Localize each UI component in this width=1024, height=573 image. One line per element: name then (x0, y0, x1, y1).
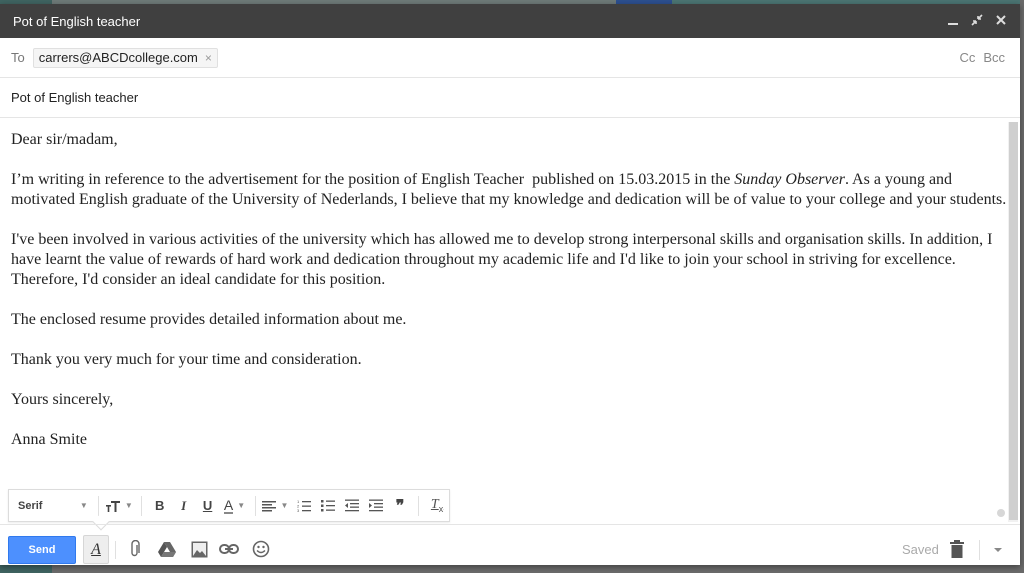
minimize-icon (948, 23, 958, 25)
formatting-icon: A (91, 540, 101, 558)
toolbar-divider (979, 540, 980, 560)
indent-more-button[interactable] (364, 495, 388, 517)
toolbar-divider (97, 495, 99, 516)
numbered-list-icon: 1 2 3 (297, 499, 312, 512)
indent-less-button[interactable] (340, 495, 364, 517)
bulleted-list-button[interactable] (316, 495, 340, 517)
body-greeting: Dear sir/madam, (11, 131, 118, 148)
attach-files-button[interactable] (125, 539, 145, 559)
subject-value: Pot of English teacher (11, 90, 139, 105)
insert-photo-button[interactable] (189, 539, 209, 559)
align-left-icon (262, 500, 277, 511)
formatting-options-toggle[interactable]: A (83, 535, 109, 564)
compose-window: Pot of English teacher To carrers@ABCDco… (0, 4, 1020, 565)
insert-drive-button[interactable] (157, 539, 177, 559)
body-closing: Yours sincerely, (11, 391, 114, 408)
compose-titlebar[interactable]: Pot of English teacher (0, 4, 1020, 38)
remove-formatting-button[interactable]: Tx (425, 495, 449, 517)
compose-bottom-bar: Send A Saved (0, 524, 1020, 565)
close-icon (996, 15, 1006, 25)
remove-formatting-glyph: T (430, 497, 439, 513)
font-size-button[interactable]: ▼ (105, 495, 135, 517)
recipient-chip[interactable]: carrers@ABCDcollege.com × (32, 47, 218, 68)
chevron-down-icon: ▼ (79, 501, 88, 510)
text-color-button[interactable]: A ▼ (220, 495, 250, 517)
indent-more-icon (369, 499, 384, 512)
more-options-button[interactable] (993, 545, 1003, 555)
body-paragraph-3: The enclosed resume provides detailed in… (11, 311, 407, 328)
window-controls (946, 13, 1008, 27)
chevron-down-icon: ▼ (124, 501, 133, 510)
bcc-link[interactable]: Bcc (983, 50, 1005, 65)
font-family-select[interactable]: Serif ▼ (18, 495, 92, 517)
close-button[interactable] (994, 13, 1008, 27)
minimize-button[interactable] (946, 13, 960, 27)
numbered-list-button[interactable]: 1 2 3 (292, 495, 316, 517)
svg-text:3: 3 (297, 508, 300, 512)
bold-icon: B (155, 498, 165, 513)
indent-less-icon (345, 499, 360, 512)
cc-link[interactable]: Cc (959, 50, 975, 65)
background-segment (0, 565, 52, 573)
formatting-toolbar: Serif ▼ ▼ B I U A ▼ ▼ 1 2 3 ❞ Tx (8, 489, 450, 531)
toolbar-divider (255, 495, 257, 516)
italic-icon: I (181, 497, 187, 513)
chevron-down-icon: ▼ (280, 501, 289, 510)
recipient-email: carrers@ABCDcollege.com (38, 50, 198, 65)
quote-button[interactable]: ❞ (388, 495, 412, 517)
newspaper-name: Sunday Observer (734, 171, 845, 188)
send-button[interactable]: Send (8, 536, 76, 564)
body-signature: Anna Smite (11, 431, 87, 448)
font-family-value: Serif (18, 499, 43, 512)
compose-title: Pot of English teacher (13, 13, 141, 29)
text-color-icon: A (223, 496, 234, 514)
draft-saved-status: Saved (902, 542, 939, 557)
chevron-down-icon (994, 548, 1002, 552)
body-paragraph-4: Thank you very much for your time and co… (11, 351, 362, 368)
emoji-icon (252, 540, 270, 558)
subject-field[interactable]: Pot of English teacher (0, 78, 1020, 118)
to-label: To (11, 50, 25, 65)
insert-link-button[interactable] (219, 539, 239, 559)
trash-icon (950, 540, 964, 558)
toolbar-divider (115, 541, 116, 559)
background-right-edge (1020, 0, 1024, 573)
toolbar-divider (418, 495, 420, 516)
photo-icon (191, 541, 207, 557)
underline-button[interactable]: U (196, 495, 220, 517)
bulleted-list-icon (321, 500, 336, 512)
background-bottom-strip (0, 565, 1024, 573)
italic-button[interactable]: I (172, 495, 196, 517)
discard-draft-button[interactable] (949, 539, 965, 559)
paperclip-icon (131, 540, 140, 557)
google-drive-icon (158, 542, 176, 557)
to-field-row[interactable]: To carrers@ABCDcollege.com × Cc Bcc (0, 38, 1020, 78)
body-p1-text: I’m writing in reference to the advertis… (11, 171, 735, 188)
resize-handle[interactable] (997, 509, 1005, 517)
chevron-down-icon: ▼ (237, 501, 246, 510)
exit-fullscreen-button[interactable] (970, 13, 984, 27)
insert-emoji-button[interactable] (251, 539, 271, 559)
body-scrollbar[interactable] (1008, 122, 1018, 522)
font-size-icon (105, 500, 120, 512)
align-button[interactable]: ▼ (262, 495, 292, 517)
link-icon (219, 544, 239, 554)
remove-recipient-icon[interactable]: × (205, 51, 212, 65)
underline-icon: U (202, 498, 213, 513)
body-paragraph-2: I've been involved in various activities… (11, 231, 997, 288)
toolbar-divider (140, 495, 142, 516)
scrollbar-thumb[interactable] (1009, 122, 1018, 520)
remove-formatting-icon: Tx (430, 497, 444, 514)
body-paragraph-1: I’m writing in reference to the advertis… (11, 170, 1008, 210)
exit-fullscreen-icon (971, 14, 983, 26)
quote-icon: ❞ (395, 497, 405, 515)
bold-button[interactable]: B (148, 495, 172, 517)
cc-bcc-links: Cc Bcc (959, 50, 1005, 65)
message-body[interactable]: Dear sir/madam, I’m writing in reference… (0, 119, 1008, 524)
